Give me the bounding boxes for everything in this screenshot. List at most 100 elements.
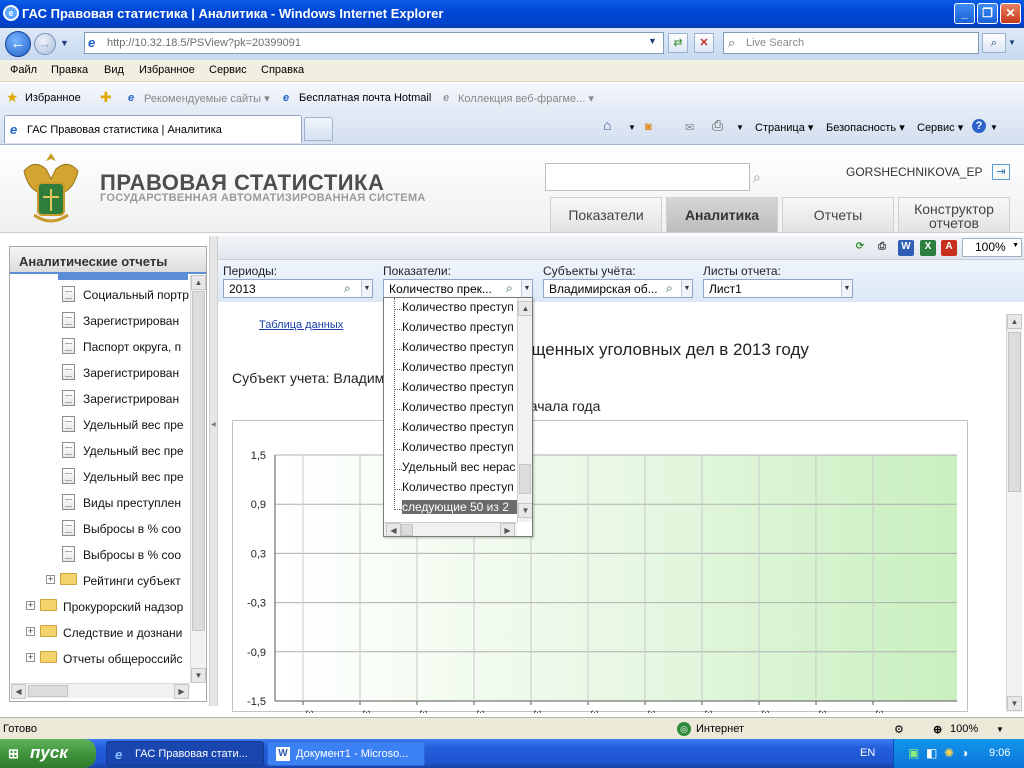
protected-mode-icon[interactable]: ⚙ [894, 723, 904, 736]
maximize-button[interactable]: ❐ [977, 3, 998, 24]
start-button[interactable]: ⊞ пуск [0, 739, 96, 768]
scroll-left-button[interactable]: ◀ [386, 523, 401, 536]
fav-webslice-gallery[interactable]: Коллекция веб-фрагме... ▾ [458, 92, 594, 105]
refresh-icon[interactable]: ⟳ [852, 240, 868, 256]
tab-indicators[interactable]: Показатели [550, 197, 662, 232]
tree-item-report[interactable]: Социальный портр [83, 288, 189, 302]
tree-item-report[interactable]: Зарегистрирован [83, 366, 179, 380]
tray-app-icon[interactable]: ◧ [926, 746, 937, 760]
data-table-link[interactable]: Таблица данных [259, 319, 343, 331]
tools-menu[interactable]: Сервис ▾ [917, 121, 963, 134]
tree-vertical-scrollbar[interactable]: ▲ ▼ [190, 275, 206, 683]
dropdown-vscrollbar[interactable]: ▲ ▼ [517, 298, 532, 522]
zoom-dropdown-icon[interactable]: ▼ [996, 725, 1004, 734]
dropdown-option[interactable]: Количество преступ [402, 420, 517, 434]
menu-file[interactable]: Файл [10, 64, 37, 76]
menu-favorites[interactable]: Избранное [139, 64, 195, 76]
search-icon[interactable]: ⌕ [506, 281, 513, 296]
sheets-dropdown-icon[interactable]: ▼ [841, 280, 852, 297]
network-icon[interactable]: ▣ [908, 746, 919, 760]
pdf-export-icon[interactable]: A [941, 240, 957, 256]
scroll-up-button[interactable]: ▲ [518, 301, 532, 316]
dropdown-hscrollbar[interactable]: ◀ ▶ [384, 522, 517, 536]
history-dropdown-icon[interactable]: ▼ [60, 38, 69, 48]
menu-edit[interactable]: Правка [51, 64, 88, 76]
home-dropdown-icon[interactable]: ▼ [628, 123, 636, 132]
dropdown-option[interactable]: Количество преступ [402, 320, 517, 334]
taskbar-item-ie[interactable]: e ГАС Правовая стати... [106, 741, 264, 766]
menu-view[interactable]: Вид [104, 64, 124, 76]
expand-icon[interactable]: + [26, 627, 35, 636]
dropdown-option[interactable]: Количество преступ [402, 440, 517, 454]
search-go-button[interactable]: ⌕ [982, 33, 1006, 53]
tree-item-folder[interactable]: Следствие и дознани [63, 626, 182, 640]
tree-item-report[interactable]: Зарегистрирован [83, 392, 179, 406]
antivirus-icon[interactable]: ✺ [944, 746, 954, 760]
search-icon[interactable]: ⌕ [753, 169, 761, 186]
help-dropdown-icon[interactable]: ▼ [990, 123, 998, 132]
print-icon[interactable]: ⎙ [712, 117, 723, 134]
print-icon[interactable]: ⎙ [874, 240, 890, 256]
favorites-button[interactable]: Избранное [25, 92, 81, 104]
tree-item-report[interactable]: Виды преступлен [83, 496, 181, 510]
tab-reports[interactable]: Отчеты [782, 197, 894, 232]
periods-select[interactable]: 2013 ⌕ ▼ [223, 279, 373, 298]
back-button[interactable]: ← [5, 31, 31, 57]
dropdown-option[interactable]: Количество преступ [402, 360, 517, 374]
scroll-up-button[interactable]: ▲ [191, 275, 206, 290]
search-icon[interactable]: ⌕ [666, 281, 673, 296]
volume-icon[interactable]: ◑ [961, 746, 968, 760]
hscroll-thumb[interactable] [401, 524, 413, 536]
safety-menu[interactable]: Безопасность ▾ [826, 121, 905, 134]
scroll-left-button[interactable]: ◀ [11, 684, 26, 699]
expand-icon[interactable]: + [26, 653, 35, 662]
tree-item-report[interactable]: Паспорт округа, п [83, 340, 181, 354]
fav-suggested-sites[interactable]: Рекомендуемые сайты ▾ [144, 92, 270, 105]
site-search-input[interactable] [545, 163, 750, 191]
expand-icon[interactable]: + [26, 601, 35, 610]
indicators-select[interactable]: Количество прек... ⌕ ▼ [383, 279, 533, 298]
scroll-up-button[interactable]: ▲ [1007, 314, 1022, 329]
zoom-select[interactable]: 100% ▼ [962, 238, 1022, 257]
stop-button[interactable]: ✕ [694, 33, 714, 53]
sheets-select[interactable]: Лист1 ▼ [703, 279, 853, 298]
browser-tab-active[interactable]: e ГАС Правовая статистика | Аналитика [4, 115, 302, 143]
scroll-right-button[interactable]: ▶ [174, 684, 189, 699]
dropdown-option[interactable]: Количество преступ [402, 300, 517, 314]
scroll-right-button[interactable]: ▶ [500, 523, 515, 536]
tab-analytics[interactable]: Аналитика [666, 197, 778, 232]
zoom-icon[interactable]: ⊕ [933, 723, 942, 736]
subjects-dropdown-icon[interactable]: ▼ [681, 280, 692, 297]
dropdown-option[interactable]: Количество преступ [402, 340, 517, 354]
periods-dropdown-icon[interactable]: ▼ [361, 280, 372, 297]
zoom-dropdown-icon[interactable]: ▼ [1012, 242, 1019, 249]
indicators-dropdown-list[interactable]: Количество преступ Количество преступ Коли… [383, 297, 533, 537]
page-menu[interactable]: Страница ▾ [755, 121, 813, 134]
print-dropdown-icon[interactable]: ▼ [736, 123, 744, 132]
address-dropdown-icon[interactable]: ▼ [648, 36, 657, 46]
feeds-icon[interactable]: ◙ [645, 121, 652, 133]
home-icon[interactable]: ⌂ [603, 117, 611, 133]
subjects-select[interactable]: Владимирская об... ⌕ ▼ [543, 279, 693, 298]
address-bar[interactable]: e http://10.32.18.5/PSView?pk=20399091 ▼ [84, 32, 664, 54]
excel-export-icon[interactable]: X [920, 240, 936, 256]
tree-horizontal-scrollbar[interactable]: ◀ ▶ [11, 683, 190, 699]
search-icon[interactable]: ⌕ [344, 281, 351, 296]
scroll-thumb[interactable] [192, 291, 205, 631]
scroll-down-button[interactable]: ▼ [191, 668, 206, 683]
tree-item-folder[interactable]: Прокурорский надзор [63, 600, 183, 614]
report-vertical-scrollbar[interactable]: ▲ ▼ [1006, 314, 1022, 712]
language-indicator[interactable]: EN [860, 747, 875, 759]
dropdown-option[interactable]: Удельный вес нерас [402, 460, 517, 474]
collapse-icon[interactable]: ◀ [211, 421, 216, 428]
indicators-dropdown-icon[interactable]: ▼ [521, 280, 532, 297]
taskbar-item-word[interactable]: W Документ1 - Microso... [267, 741, 425, 766]
search-input[interactable]: ⌕ Live Search [723, 32, 979, 54]
refresh-button[interactable]: ⇄ [668, 33, 688, 53]
tree-item-report[interactable]: Удельный вес пре [83, 470, 184, 484]
forward-button[interactable]: → [34, 33, 56, 55]
tab-report-builder[interactable]: Конструктор отчетов [898, 197, 1010, 232]
tree-item-report[interactable]: Удельный вес пре [83, 444, 184, 458]
menu-tools[interactable]: Сервис [209, 64, 247, 76]
tree-item-report[interactable]: Зарегистрирован [83, 314, 179, 328]
